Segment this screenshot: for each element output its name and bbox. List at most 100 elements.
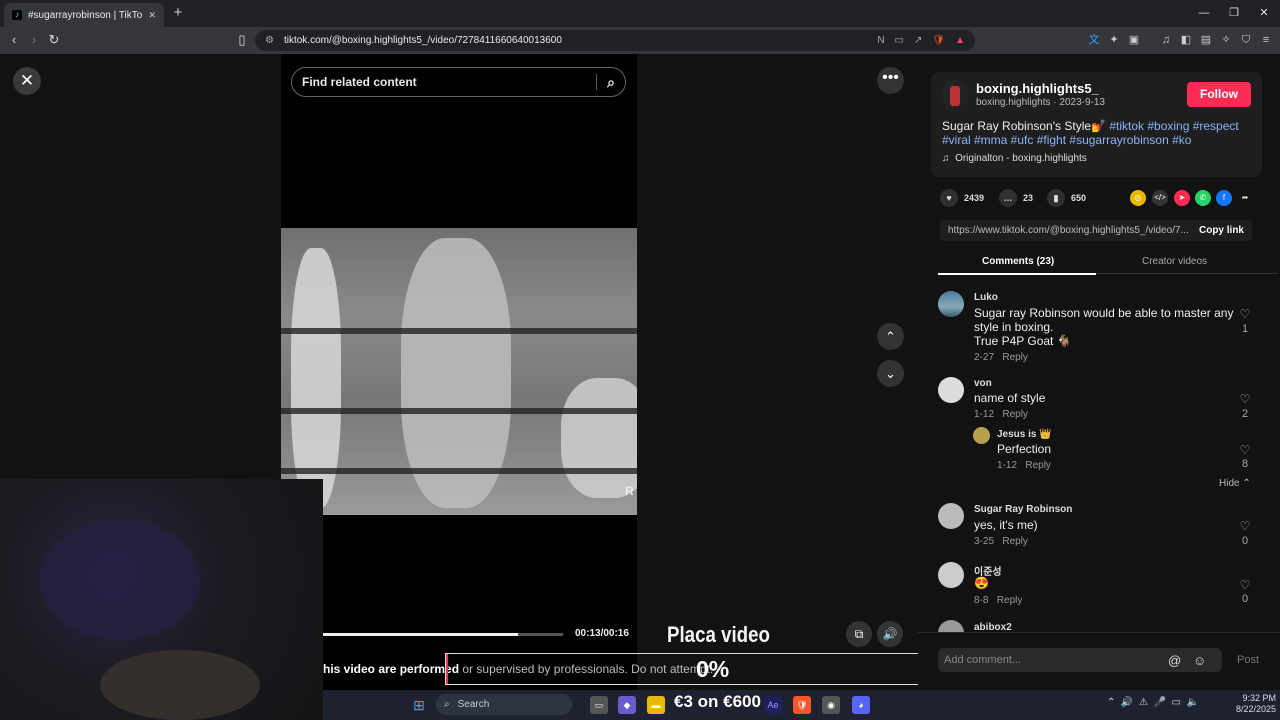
minimize-button[interactable]: — (1196, 5, 1212, 21)
comment-like-icon[interactable]: ♡ (1238, 443, 1252, 457)
music-link[interactable]: ♫ Originalton - boxing.highlights (942, 153, 1087, 164)
discord-icon[interactable]: ◕ (852, 696, 870, 714)
tab-close-icon[interactable]: ✕ (148, 10, 156, 21)
more-options-button[interactable]: ••• (877, 67, 904, 94)
reply-link[interactable]: Reply (1025, 460, 1051, 471)
brave-shield-icon[interactable]: 🛡 (932, 35, 945, 46)
obs-icon[interactable]: ◉ (822, 696, 840, 714)
brave-browser-icon[interactable]: 🛡 (793, 696, 811, 714)
cast-icon[interactable]: ▭ (895, 35, 904, 46)
reload-icon[interactable]: ↻ (46, 32, 62, 48)
facebook-icon[interactable]: f (1216, 190, 1232, 206)
comment-author[interactable]: Sugar Ray Robinson (974, 504, 1072, 515)
previous-video-button[interactable]: ⌃ (877, 323, 904, 350)
media-icon[interactable]: ♫ (1159, 33, 1173, 47)
brave-rewards-icon[interactable]: ▲ (955, 35, 965, 46)
heart-icon[interactable]: ♥ (940, 189, 958, 207)
maximize-button[interactable]: ❐ (1226, 5, 1242, 21)
hide-replies-button[interactable]: Hide ⌃ (1219, 478, 1251, 489)
leo-ai-icon[interactable]: ✧ (1219, 33, 1233, 47)
comment-avatar[interactable] (938, 377, 964, 403)
comment-like-icon[interactable]: ♡ (1238, 392, 1252, 406)
tab-creator-videos[interactable]: Creator videos (1142, 256, 1207, 267)
search-input[interactable]: Find related content (302, 75, 586, 89)
comment-author[interactable]: von (974, 378, 992, 389)
share-icon[interactable]: ↗ (914, 35, 922, 46)
tab-comments[interactable]: Comments (23) (982, 256, 1054, 267)
browser-tab[interactable]: ♪ #sugarrayrobinson | TikTok ✕ (4, 3, 164, 27)
share-arrow-icon[interactable]: ➦ (1237, 190, 1253, 206)
translate-icon[interactable]: N (877, 35, 884, 46)
reply-author[interactable]: Jesus is 👑 (997, 429, 1052, 440)
taskbar-clock[interactable]: 9:32 PM 8/22/2025 (1236, 693, 1276, 715)
comment-like-count: 1 (1241, 323, 1249, 335)
clock-date: 8/22/2025 (1236, 704, 1277, 714)
follow-button[interactable]: Follow (1187, 82, 1251, 107)
author-username[interactable]: boxing.highlights5_ (976, 81, 1099, 96)
reply-link[interactable]: Reply (1002, 536, 1028, 547)
after-effects-icon[interactable]: Ae (764, 696, 782, 714)
comment-like-icon[interactable]: ♡ (1238, 307, 1252, 321)
extensions-icon[interactable]: ✦ (1107, 33, 1121, 47)
mention-icon[interactable]: @ (1168, 653, 1181, 668)
author-avatar[interactable] (941, 80, 969, 108)
comment-author[interactable]: Luko (974, 292, 998, 303)
caption-hashtags[interactable]: #tiktok #boxing #respect (1109, 119, 1238, 133)
window-close-button[interactable]: ✕ (1256, 5, 1272, 21)
video-frame[interactable]: R (281, 228, 637, 515)
task-view-icon[interactable]: ▭ (590, 696, 608, 714)
music-note-icon: ♫ (942, 153, 950, 164)
new-tab-button[interactable]: + (170, 5, 186, 21)
embed-icon[interactable]: </> (1152, 190, 1168, 206)
sidebar-icon[interactable]: ◧ (1179, 33, 1193, 47)
reply-avatar[interactable] (973, 427, 990, 444)
system-tray-icons[interactable]: ⌃ 🔊 ⚠ 🎤 ▭ 🔈 (1107, 697, 1199, 708)
copy-link-button[interactable]: Copy link (1199, 225, 1244, 236)
comment-like-icon[interactable]: ♡ (1238, 578, 1252, 592)
music-title: Originalton - boxing.highlights (955, 153, 1087, 164)
comment-avatar[interactable] (938, 503, 964, 529)
volume-button[interactable]: 🔊 (877, 621, 903, 647)
bookmark-icon[interactable]: ▮ (1047, 189, 1065, 207)
comment-stat[interactable]: … 23 (999, 189, 1033, 207)
address-bar[interactable]: ⚙ tiktok.com/@boxing.highlights5_/video/… (255, 30, 975, 51)
reply-link[interactable]: Reply (997, 595, 1023, 606)
comment-avatar[interactable] (938, 291, 964, 317)
screenshot-icon[interactable]: ▣ (1127, 33, 1141, 47)
close-video-button[interactable]: ✕ (13, 67, 41, 95)
miniplayer-button[interactable]: ⧉ (846, 621, 872, 647)
video-link[interactable]: https://www.tiktok.com/@boxing.highlight… (948, 225, 1189, 236)
reply-link[interactable]: Reply (1002, 352, 1028, 363)
comment-icon[interactable]: … (999, 189, 1017, 207)
caption-hashtags[interactable]: #viral #mma #ufc #fight #sugarrayrobinso… (942, 133, 1191, 147)
repost-icon[interactable]: ◎ (1130, 190, 1146, 206)
next-video-button[interactable]: ⌄ (877, 360, 904, 387)
send-icon[interactable]: ➤ (1174, 190, 1190, 206)
windows-start-icon[interactable]: ⊞ (410, 696, 428, 714)
taskbar-search[interactable]: ⌕ Search (436, 694, 572, 715)
author-subline: boxing.highlights · 2023-9-13 (976, 97, 1105, 108)
site-info-icon[interactable]: ⚙ (265, 35, 274, 46)
vpn-icon[interactable]: ⛉ (1239, 33, 1253, 47)
back-arrow-icon[interactable]: ‹ (6, 32, 22, 48)
save-stat[interactable]: ▮ 650 (1047, 189, 1086, 207)
reply-date: 1-12 (997, 460, 1018, 471)
comment-like-icon[interactable]: ♡ (1238, 519, 1252, 533)
whatsapp-icon[interactable]: ✆ (1195, 190, 1211, 206)
search-icon[interactable]: ⌕ (607, 74, 615, 91)
file-explorer-icon[interactable]: ▬ (647, 696, 665, 714)
emoji-icon[interactable]: ☺ (1193, 653, 1206, 668)
comment-avatar[interactable] (938, 562, 964, 588)
menu-icon[interactable]: ≡ (1259, 33, 1273, 47)
reply-link[interactable]: Reply (1002, 409, 1028, 420)
search-bar[interactable]: Find related content ⌕ (291, 67, 626, 97)
comment-like-count: 2 (1241, 408, 1249, 420)
like-stat[interactable]: ♥ 2439 (940, 189, 984, 207)
post-button[interactable]: Post (1237, 654, 1259, 666)
bookmark-icon[interactable]: ▯ (234, 32, 250, 48)
forward-arrow-icon[interactable]: › (26, 32, 42, 48)
copilot-icon[interactable]: ◆ (618, 696, 636, 714)
translate-extension-icon[interactable]: 文 (1087, 33, 1101, 47)
video-watermark: R (625, 484, 634, 498)
wallet-icon[interactable]: ▤ (1199, 33, 1213, 47)
